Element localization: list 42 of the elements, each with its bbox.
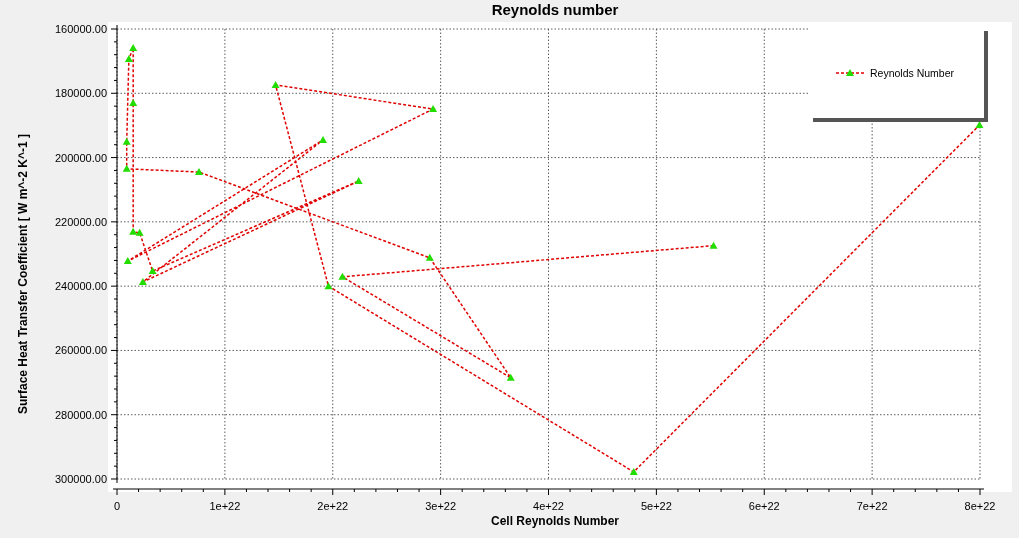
data-point bbox=[975, 121, 984, 129]
tick-label: 200000.00 bbox=[55, 151, 107, 164]
data-point bbox=[195, 168, 203, 176]
tick-label: 240000.00 bbox=[55, 280, 107, 293]
data-point bbox=[148, 267, 157, 275]
data-point bbox=[122, 164, 131, 172]
data-point bbox=[429, 105, 438, 113]
data-point bbox=[338, 272, 347, 280]
axis-label: Cell Reynolds Number bbox=[491, 514, 619, 528]
tick-label: 0 bbox=[113, 500, 121, 512]
tick-label: 2e+22 bbox=[317, 500, 349, 512]
tick-label: 4e+22 bbox=[533, 500, 564, 512]
chart-title: Reynolds number bbox=[491, 1, 619, 18]
data-point bbox=[506, 373, 515, 381]
tick-label: 300000.00 bbox=[55, 473, 107, 485]
data-point bbox=[629, 467, 638, 475]
tick-label: 5e+22 bbox=[640, 500, 672, 512]
data-point bbox=[324, 282, 333, 290]
data-point bbox=[319, 135, 328, 143]
data-point bbox=[122, 137, 131, 145]
tick-label: 7e+22 bbox=[856, 500, 888, 512]
data-point bbox=[709, 241, 718, 249]
legend-swatch-icon bbox=[836, 68, 864, 77]
tick-label: 260000.00 bbox=[55, 344, 107, 357]
tick-label: 1e+22 bbox=[209, 500, 241, 512]
axis-label: Surface Heat Transfer Coefficient [ W m^-2 K^-1 ] bbox=[16, 133, 30, 415]
legend-label: Reynolds Number bbox=[870, 66, 955, 79]
tick-label: 8e+22 bbox=[964, 500, 996, 512]
tick-label: 6e+22 bbox=[748, 500, 780, 512]
tick-label: 180000.00 bbox=[55, 87, 107, 100]
tick-label: 3e+22 bbox=[425, 500, 457, 512]
tick-label: 280000.00 bbox=[55, 408, 107, 421]
data-point bbox=[129, 43, 138, 51]
tick-label: 220000.00 bbox=[55, 215, 107, 228]
data-point bbox=[138, 277, 147, 285]
data-point bbox=[425, 253, 434, 261]
tick-label: 160000.00 bbox=[55, 23, 107, 35]
data-point bbox=[354, 177, 363, 185]
data-point bbox=[129, 98, 138, 106]
data-point bbox=[271, 80, 280, 88]
data-point bbox=[123, 257, 132, 265]
data-point bbox=[124, 54, 133, 62]
